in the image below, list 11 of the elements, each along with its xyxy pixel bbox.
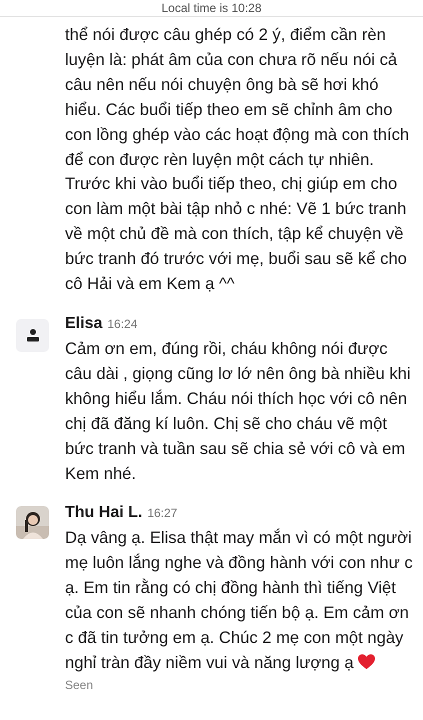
- message-text: thể nói được câu ghép có 2 ý, điểm cần rèn luyện là: phát âm của con chưa rõ nếu nói cả câu nên nếu nói chuyện ông bà sẽ hơi khó hiểu. Các buổi tiếp theo em sẽ chỉnh âm cho con lồng ghép vào các hoạt động mà con thích để con được rèn luyện một cách tự nhiên. Trước khi vào buổi tiếp theo, chị giúp em cho con làm một bài tập nhỏ c nhé: Vẽ 1 bức tranh về một chủ đề mà con thích, tập kể chuyện về bức tranh đó trước với mẹ, buổi sau sẽ kể cho cô Hải và em Kem ạ ^^: [65, 25, 410, 294]
- message-time: 16:27: [147, 506, 178, 520]
- author-name: Elisa: [65, 314, 102, 333]
- message-text: Cảm ơn em, đúng rồi, cháu không nói được câu dài , giọng cũng lơ lớ nên ông bà nhiều khi không hiểu lắm. Cháu nói thích học với cô nên chị đã đăng kí luôn. Chị sẽ cho cháu vẽ một bức tranh và tuần sau sẽ chia sẻ với cô và em Kem nhé.: [65, 338, 411, 482]
- person-icon: [26, 328, 40, 342]
- message-text: Dạ vâng ạ. Elisa thật may mắn vì có một người mẹ luôn lắng nghe và đồng hành với con như c ạ. Em tin rằng có chị đồng hành thì tiếng Việt của con sẽ nhanh chóng tiến bộ ạ. Em cảm ơn c đã tin tưởng em ạ. Chúc 2 mẹ con một ngày nghỉ tràn đầy niềm vui và năng lượng ạ: [65, 528, 413, 672]
- author-name: Thu Hai L.: [65, 504, 142, 522]
- message-time: 16:24: [107, 316, 138, 331]
- local-time-text: Local time is 10:28: [161, 1, 262, 16]
- seen-status: Seen: [65, 678, 94, 692]
- avatar[interactable]: [16, 318, 49, 352]
